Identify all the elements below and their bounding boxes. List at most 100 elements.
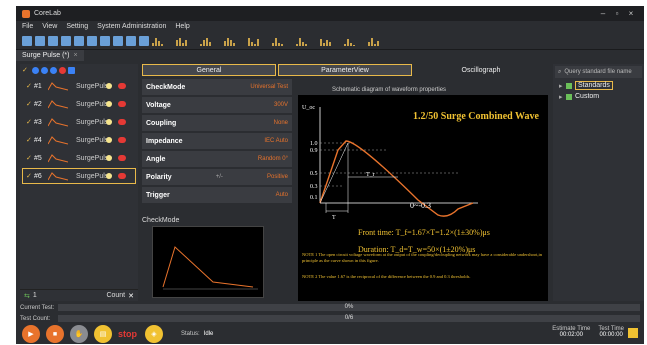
check-icon[interactable]: ✓ — [26, 172, 34, 180]
tab-oscillograph[interactable]: Oscillograph — [414, 64, 548, 76]
record-icon[interactable] — [118, 101, 126, 107]
summary-icon[interactable] — [628, 328, 638, 338]
stop-button[interactable]: stop — [118, 329, 137, 339]
waveform-tool-4-icon[interactable] — [224, 36, 242, 46]
waveform-tool-2-icon[interactable] — [176, 36, 194, 46]
menu-file[interactable]: File — [22, 23, 33, 30]
stop-square-button[interactable]: ■ — [46, 325, 64, 343]
check-icon[interactable]: ✓ — [26, 118, 34, 126]
waveform-tool-6-icon[interactable] — [272, 36, 290, 46]
check-all-icon[interactable]: ✓ — [22, 66, 30, 74]
param-trigger[interactable]: Trigger Auto — [142, 187, 292, 203]
grid-icon[interactable] — [100, 35, 110, 46]
param-voltage[interactable]: Voltage 300V — [142, 97, 292, 113]
y-axis-label: U_oc — [302, 105, 315, 111]
param-impedance[interactable]: Impedance IEC Auto — [142, 133, 292, 149]
y-tick: 0.9 — [310, 148, 318, 154]
table-icon[interactable] — [139, 35, 149, 46]
check-icon[interactable]: ✓ — [26, 154, 34, 162]
chart-icon[interactable] — [126, 35, 136, 46]
param-value: Auto — [275, 192, 288, 198]
move-up-icon[interactable] — [41, 66, 48, 74]
channel-row-1[interactable]: ✓ #1 SurgePulse — [22, 78, 136, 94]
tree-label: Standards — [575, 81, 613, 90]
document-button[interactable]: ▤ — [94, 325, 112, 343]
minimize-icon[interactable]: – — [596, 9, 610, 18]
shield-button[interactable]: ◈ — [145, 325, 163, 343]
channel-row-2[interactable]: ✓ #2 SurgePulse — [22, 96, 136, 112]
close-icon[interactable]: × — [624, 9, 638, 18]
check-icon[interactable]: ✓ — [26, 136, 34, 144]
standard-search-input[interactable]: ⌕ Query standard file name — [555, 66, 642, 78]
channel-row-4[interactable]: ✓ #4 SurgePulse — [22, 132, 136, 148]
menu-view[interactable]: View — [42, 23, 57, 30]
settings-icon[interactable] — [74, 35, 84, 46]
waveform-header: Schematic diagram of waveform properties — [332, 87, 447, 93]
channel-row-5[interactable]: ✓ #5 SurgePulse — [22, 150, 136, 166]
add-icon[interactable] — [32, 66, 39, 74]
hand-button[interactable]: ✋ — [70, 325, 88, 343]
waveform-tool-7-icon[interactable] — [296, 36, 314, 46]
menu-system-administration[interactable]: System Administration — [97, 23, 166, 30]
expand-icon[interactable]: ▸ — [559, 82, 566, 90]
bulb-icon[interactable] — [106, 119, 112, 125]
param-angle[interactable]: Angle Random 0° — [142, 151, 292, 167]
estimate-time-value: 00:02:00 — [559, 332, 583, 338]
check-icon[interactable]: ✓ — [26, 100, 34, 108]
remove-icon[interactable] — [59, 66, 66, 74]
tab-surge-pulse[interactable]: Surge Pulse (*) × — [16, 50, 84, 61]
param-value: Universal Test — [250, 84, 288, 90]
param-checkmode[interactable]: CheckMode Universal Test — [142, 79, 292, 95]
move-down-icon[interactable] — [50, 66, 57, 74]
record-icon[interactable] — [118, 137, 126, 143]
tab-parameterview[interactable]: ParameterView — [278, 64, 412, 76]
waveform-tool-5-icon[interactable] — [248, 36, 266, 46]
record-icon[interactable] — [118, 119, 126, 125]
new-file-icon[interactable] — [22, 35, 32, 46]
bulb-icon[interactable] — [106, 137, 112, 143]
param-polarity[interactable]: Polarity +/- Positive — [142, 169, 292, 185]
tree-item-standards[interactable]: ▸ Standards — [553, 80, 644, 91]
info-icon[interactable] — [113, 35, 123, 46]
expand-icon[interactable]: ▸ — [559, 93, 566, 101]
x-label: 0~-0.3 — [410, 201, 431, 210]
upload-icon[interactable] — [87, 35, 97, 46]
menu-setting[interactable]: Setting — [66, 23, 88, 30]
waveform-tool-9-icon[interactable] — [344, 36, 362, 46]
waveform-tool-3-icon[interactable] — [200, 36, 218, 46]
tab-general[interactable]: General — [142, 64, 276, 76]
waveform-tool-8-icon[interactable] — [320, 36, 338, 46]
waveform-thumbnail[interactable] — [152, 226, 264, 298]
save-icon[interactable] — [35, 35, 45, 46]
maximize-icon[interactable]: ▫ — [610, 9, 624, 18]
current-test-row: Current Test: 0% — [20, 303, 640, 312]
check-icon[interactable]: ✓ — [26, 82, 34, 90]
clear-count-icon[interactable]: ✕ — [128, 292, 134, 300]
surge-wave-icon — [48, 136, 68, 145]
menu-help[interactable]: Help — [175, 23, 189, 30]
note-1: NOTE 1 The open circuit voltage waveform… — [302, 252, 542, 263]
menu-bar: File View Setting System Administration … — [16, 21, 644, 32]
open-icon[interactable] — [48, 35, 58, 46]
param-coupling[interactable]: Coupling None — [142, 115, 292, 131]
channel-row-3[interactable]: ✓ #3 SurgePulse — [22, 114, 136, 130]
close-tab-icon[interactable]: × — [73, 52, 77, 59]
view-tabs: General ParameterView Oscillograph — [142, 64, 548, 76]
waveform-tool-10-icon[interactable] — [368, 36, 386, 46]
bulb-icon[interactable] — [106, 173, 112, 179]
loop-value[interactable]: 1 — [33, 292, 37, 299]
control-bar: ▶ ■ ✋ ▤ stop ◈ Status: Idle Estimate Time… — [16, 324, 644, 344]
bulb-icon[interactable] — [106, 101, 112, 107]
tree-item-custom[interactable]: ▸ Custom — [553, 91, 644, 102]
record-icon[interactable] — [118, 83, 126, 89]
record-icon[interactable] — [118, 173, 126, 179]
print-icon[interactable] — [61, 35, 71, 46]
channel-name: SurgePulse — [76, 100, 113, 108]
record-icon[interactable] — [118, 155, 126, 161]
channel-row-6[interactable]: ✓ #6 SurgePulse — [22, 168, 136, 184]
bulb-icon[interactable] — [106, 83, 112, 89]
copy-icon[interactable] — [68, 66, 75, 74]
bulb-icon[interactable] — [106, 155, 112, 161]
play-button[interactable]: ▶ — [22, 325, 40, 343]
waveform-tool-1-icon[interactable] — [152, 36, 170, 46]
